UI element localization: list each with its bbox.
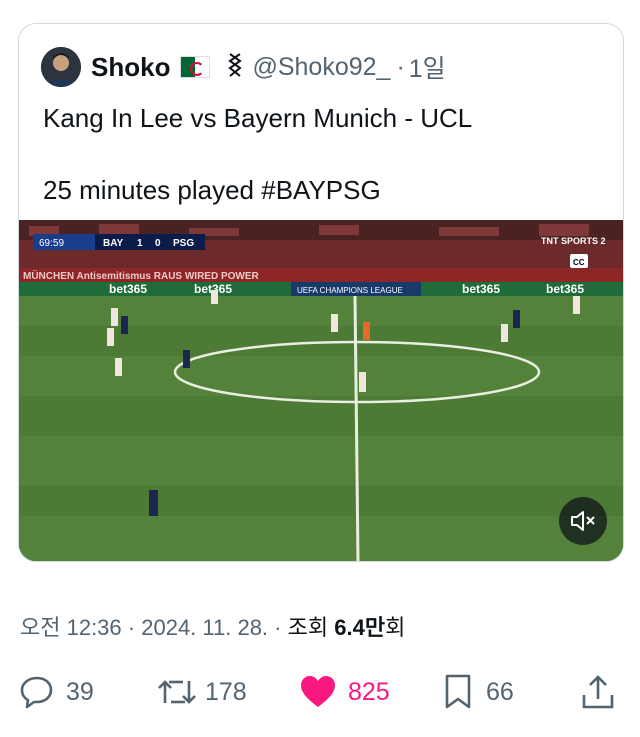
- like-button[interactable]: 825: [298, 667, 390, 717]
- views-label: 조회: [287, 615, 329, 640]
- like-count: 825: [348, 677, 390, 706]
- ucl-board: UEFA CHAMPIONS LEAGUE: [297, 286, 403, 295]
- away-score: 0: [155, 238, 161, 249]
- author-handle[interactable]: @Shoko92_: [252, 53, 390, 82]
- avatar[interactable]: [41, 47, 81, 87]
- ad-board-right-2: bet365: [546, 282, 584, 296]
- post-time[interactable]: 오전 12:36: [20, 615, 122, 640]
- broadcaster-logo: TNT SPORTS 2: [541, 236, 606, 246]
- action-bar: 39 178 825 66: [0, 667, 640, 717]
- match-clock: 69:59: [39, 238, 64, 249]
- tweet-text-line: 25 minutes played #BAYPSG: [43, 175, 381, 205]
- home-score: 1: [137, 238, 143, 249]
- views-suffix: 회: [385, 615, 406, 640]
- algeria-flag-icon: [180, 56, 211, 78]
- video-player[interactable]: MÜNCHEN Antisemitismus RAUS WIRED POWER …: [19, 220, 623, 561]
- tweet-text: Kang In Lee vs Bayern Munich - UCL 25 mi…: [43, 100, 472, 208]
- separator: ·: [396, 52, 405, 81]
- affiliate-badge-icon: [226, 52, 244, 83]
- unmute-button[interactable]: [559, 497, 607, 545]
- home-team: BAY: [103, 238, 124, 249]
- reply-count: 39: [66, 677, 94, 706]
- bookmark-count: 66: [486, 677, 514, 706]
- retweet-count: 178: [205, 677, 247, 706]
- post-date[interactable]: 2024. 11. 28.: [141, 615, 268, 640]
- bookmark-button[interactable]: 66: [442, 667, 514, 717]
- separator: ·: [127, 615, 136, 640]
- views-count: 6.4만: [334, 615, 386, 640]
- author-name[interactable]: Shoko: [91, 52, 170, 83]
- away-team: PSG: [173, 238, 194, 249]
- stand-banner: MÜNCHEN Antisemitismus RAUS WIRED POWER: [23, 269, 260, 282]
- bookmark-icon: [445, 674, 471, 709]
- reply-icon: [20, 676, 53, 709]
- tweet-metadata: 오전 12:36 · 2024. 11. 28. · 조회 6.4만회: [20, 610, 405, 642]
- speaker-muted-icon: [571, 511, 595, 531]
- ad-board-right: bet365: [462, 282, 500, 296]
- video-frame: MÜNCHEN Antisemitismus RAUS WIRED POWER …: [19, 220, 623, 561]
- retweet-button[interactable]: 178: [155, 667, 247, 717]
- ad-board-left: bet365: [109, 282, 147, 296]
- heart-filled-icon: [301, 676, 335, 707]
- reply-button[interactable]: 39: [18, 667, 94, 717]
- tweet-text-line: Kang In Lee vs Bayern Munich - UCL: [43, 103, 473, 133]
- tweet-header: Shoko @Shoko92_ · 1일: [41, 46, 446, 88]
- quoted-tweet-card[interactable]: Shoko @Shoko92_ · 1일 Kang In Lee vs Baye…: [18, 23, 624, 562]
- tweet-time[interactable]: 1일: [409, 49, 446, 85]
- share-icon: [582, 675, 614, 709]
- separator: ·: [274, 615, 282, 640]
- tweet-text-blank: [43, 136, 472, 172]
- share-button[interactable]: [580, 667, 616, 717]
- retweet-icon: [158, 680, 196, 704]
- closed-captions-icon: CC: [573, 258, 585, 267]
